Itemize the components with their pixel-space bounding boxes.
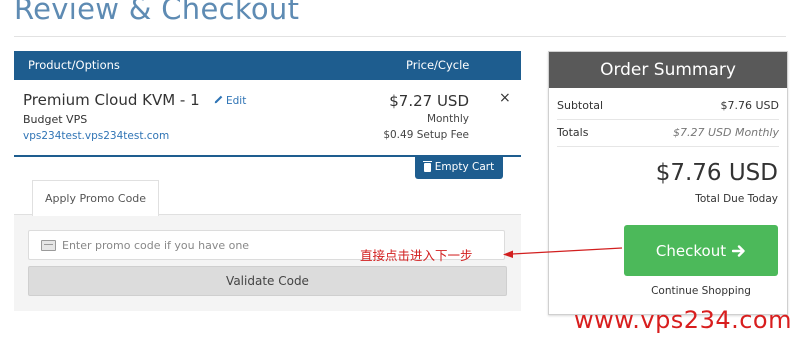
checkout-button[interactable]: Checkout [624,225,778,276]
empty-cart-label: Empty Cart [434,161,495,173]
totals-value: $7.27 USD Monthly [672,126,779,139]
title-divider [14,36,786,37]
checkout-label: Checkout [655,241,727,260]
page-title: Review & Checkout [14,0,300,26]
validate-code-button[interactable]: Validate Code [28,266,507,296]
product-options-header: Product/Options [28,58,120,72]
edit-link[interactable]: Edit [214,94,246,107]
item-setup-fee: $0.49 Setup Fee [383,129,469,141]
ticket-icon [41,240,56,251]
subtotal-value: $7.76 USD [720,99,780,112]
trash-icon [422,160,432,172]
totals-label: Totals [557,126,589,139]
arrow-right-icon [732,244,745,257]
subtotal-label: Subtotal [557,99,604,112]
edit-label: Edit [226,95,247,107]
summary-divider [557,146,779,147]
tab-apply-promo-code[interactable]: Apply Promo Code [32,180,159,216]
continue-shopping-link[interactable]: Continue Shopping [624,285,778,297]
cart-table-header: Product/Options Price/Cycle [14,51,521,80]
pencil-icon [214,95,223,104]
remove-item-close-icon[interactable]: × [499,90,511,106]
totals-row: Totals $7.27 USD Monthly [557,126,779,139]
product-group: Budget VPS [23,113,88,126]
total-due-amount: $7.76 USD [655,160,778,186]
item-billing-cycle: Monthly [426,113,469,125]
product-domain: vps234test.vps234test.com [23,130,170,142]
price-cycle-header: Price/Cycle [406,58,470,72]
watermark: www.vps234.com [574,306,792,334]
product-name: Premium Cloud KVM - 1 [23,91,200,109]
total-due-label: Total Due Today [695,193,778,205]
cart-item-row: Premium Cloud KVM - 1 Edit Budget VPS vp… [14,80,521,155]
annotation-text: 直接点击进入下一步 [360,248,473,263]
subtotal-row: Subtotal $7.76 USD [557,99,779,112]
empty-cart-button[interactable]: Empty Cart [415,155,503,179]
summary-divider [557,119,779,120]
item-price: $7.27 USD [389,92,469,110]
order-summary-title: Order Summary [549,52,787,88]
